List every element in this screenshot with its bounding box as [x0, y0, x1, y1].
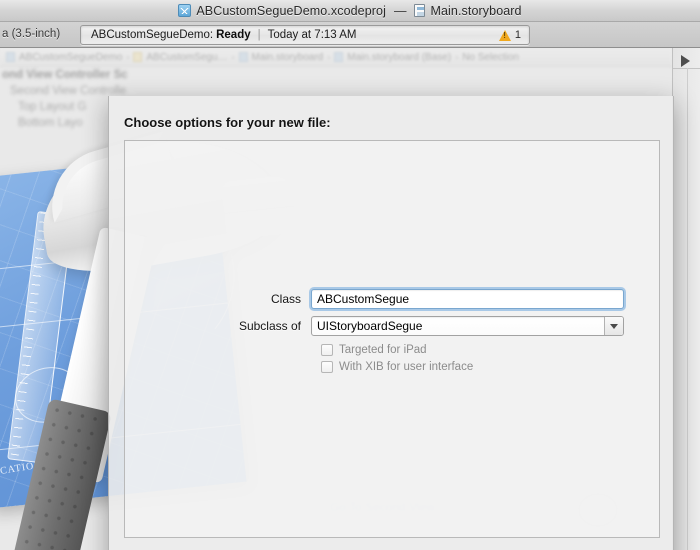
breadcrumb-item-3[interactable]: Main.storyboard (Base): [347, 52, 451, 63]
window-title-group: ABCustomSegueDemo.xcodeproj — Main.story…: [178, 3, 522, 18]
breadcrumb-chevron-icon-2: ›: [231, 52, 235, 62]
with-xib-row[interactable]: With XIB for user interface: [321, 361, 659, 373]
scheme-device-label[interactable]: a (3.5-inch): [2, 28, 60, 40]
class-input[interactable]: [311, 289, 624, 309]
strip-divider-vertical: [687, 68, 688, 550]
new-file-options-sheet: Choose options for your new file: Class …: [108, 96, 674, 550]
subclass-value: UIStoryboardSegue: [317, 319, 423, 333]
breadcrumb-chevron-icon-3: ›: [327, 52, 331, 62]
outline-row[interactable]: ond View Controller Sc: [0, 67, 300, 83]
status-timestamp: Today at 7:13 AM: [267, 29, 357, 41]
breadcrumb-base-icon: [334, 52, 344, 62]
breadcrumb-item-4[interactable]: No Selection: [462, 52, 519, 63]
sheet-footer: Cancel Previous Next: [109, 537, 673, 550]
class-label: Class: [270, 292, 301, 306]
issue-badge[interactable]: 1: [498, 29, 521, 41]
breadcrumb-file-icon: [238, 52, 248, 62]
xcodeproj-icon: [178, 4, 192, 17]
status-state: Ready: [216, 29, 251, 41]
jump-bar[interactable]: ABCustomSegueDemo › ABCustomSegu… › Main…: [0, 48, 672, 67]
class-row: Class: [125, 289, 659, 309]
with-xib-label: With XIB for user interface: [339, 361, 474, 373]
status-scheme-name: ABCustomSegueDemo:: [91, 29, 214, 41]
warning-count: 1: [514, 29, 521, 41]
window-file-title: Main.storyboard: [430, 3, 522, 18]
breadcrumb-item-1[interactable]: ABCustomSegu…: [146, 52, 227, 63]
storyboard-icon: [414, 4, 426, 17]
chevron-down-icon: [610, 323, 618, 329]
breadcrumb-project-icon: [6, 52, 15, 62]
subclass-combobox[interactable]: UIStoryboardSegue: [311, 316, 624, 336]
toolbar: a (3.5-inch) ABCustomSegueDemo: Ready | …: [0, 22, 700, 48]
editor-area: ABCustomSegueDemo › ABCustomSegu… › Main…: [0, 48, 700, 550]
breadcrumb-item-2[interactable]: Main.storyboard: [252, 52, 324, 63]
subclass-label: Subclass of: [238, 319, 301, 333]
window-project-title: ABCustomSegueDemo.xcodeproj: [196, 3, 386, 18]
breadcrumb-item-0[interactable]: ABCustomSegueDemo: [19, 52, 122, 63]
window-title-bar: ABCustomSegueDemo.xcodeproj — Main.story…: [0, 0, 700, 22]
breadcrumb-chevron-icon: ›: [126, 52, 130, 62]
status-divider: |: [257, 29, 261, 41]
utilities-strip: [672, 48, 700, 550]
breadcrumb-folder-icon: [133, 52, 143, 62]
with-xib-checkbox[interactable]: [321, 361, 333, 373]
options-checkbox-group: Targeted for iPad With XIB for user inte…: [125, 344, 659, 373]
targeted-for-ipad-checkbox[interactable]: [321, 344, 333, 356]
sheet-title: Choose options for your new file:: [124, 115, 331, 130]
breadcrumb-chevron-icon-4: ›: [455, 52, 459, 62]
subclass-row: Subclass of UIStoryboardSegue: [125, 316, 659, 336]
sheet-content-panel: Class Subclass of UIStoryboardSegue: [124, 140, 660, 538]
title-separator: —: [393, 3, 407, 18]
disclosure-triangle-icon[interactable]: [681, 55, 690, 67]
warning-triangle-icon: [498, 29, 511, 41]
targeted-for-ipad-label: Targeted for iPad: [339, 344, 427, 356]
activity-status-bar[interactable]: ABCustomSegueDemo: Ready | Today at 7:13…: [80, 25, 530, 45]
targeted-for-ipad-row[interactable]: Targeted for iPad: [321, 344, 659, 356]
options-form: Class Subclass of UIStoryboardSegue: [125, 289, 659, 378]
subclass-dropdown-button[interactable]: [604, 317, 623, 335]
